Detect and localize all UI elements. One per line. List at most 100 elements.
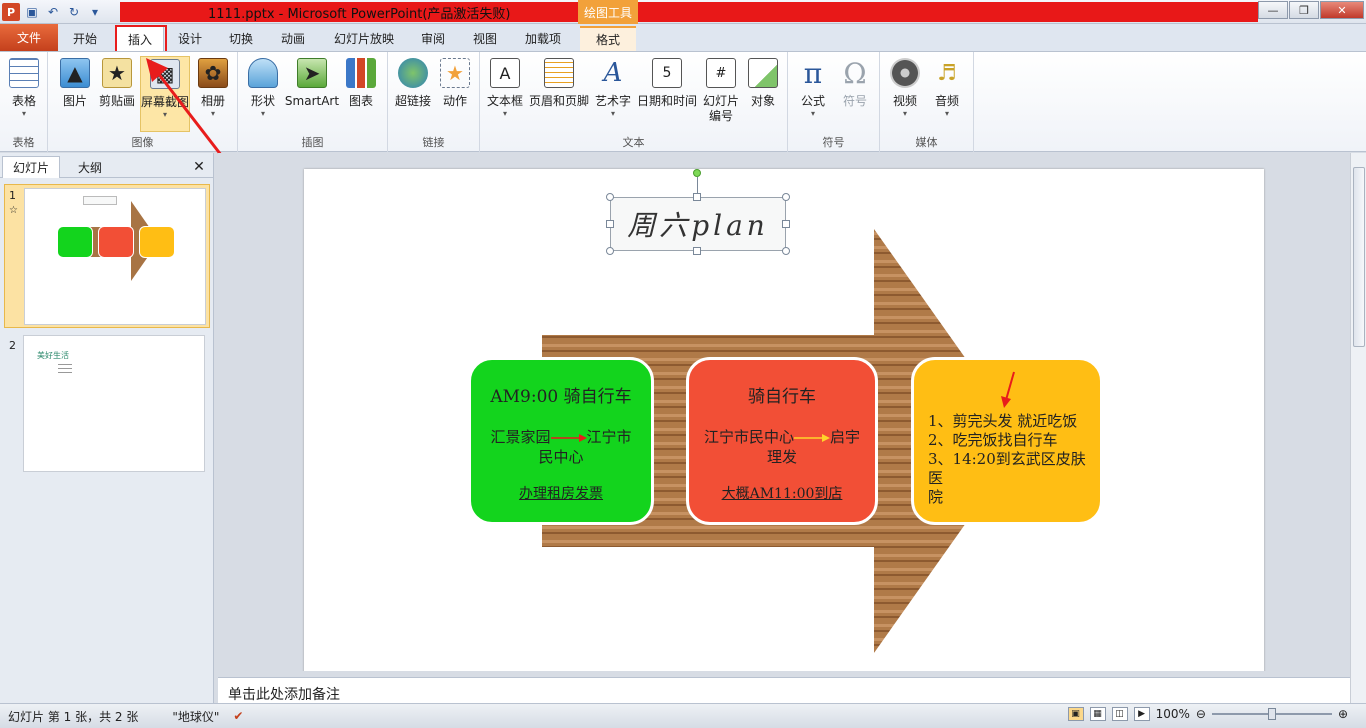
shapes-button[interactable]: 形状 ▾ [240,56,286,132]
tab-transitions[interactable]: 切换 [218,26,264,51]
close-panel-icon[interactable]: ✕ [191,156,207,178]
tab-slides[interactable]: 幻灯片 [2,156,60,178]
rotation-handle[interactable] [693,169,701,177]
scrollbar-thumb[interactable] [1353,167,1365,347]
panel-tabs: 幻灯片 大纲 ✕ [0,153,213,178]
resize-handle-n[interactable] [693,193,701,201]
route-arrow-icon [794,434,830,442]
close-button[interactable]: ✕ [1320,1,1364,19]
zoom-slider-knob[interactable] [1267,708,1276,720]
slide-number: 1 [9,189,16,202]
powerpoint-logo-icon[interactable]: P [2,3,20,21]
slide-thumbnail-2[interactable]: 美好生活 [23,335,205,472]
calendar-icon: 5 [652,58,682,88]
hyperlink-globe-icon [398,58,428,88]
tab-format[interactable]: 格式 [580,26,636,51]
resize-handle-s[interactable] [693,247,701,255]
status-bar: 幻灯片 第 1 张，共 2 张 "地球仪" ✔ ▣ ▦ ◫ ▶ 100% ⊖ ⊕ [0,703,1366,728]
chart-icon [346,58,376,88]
drawing-tools-context: 绘图工具 [578,0,638,24]
zoom-in-icon[interactable]: ⊕ [1338,707,1348,721]
group-text: A 文本框 ▾ 页眉和页脚 A 艺术字 ▾ 5 日期和时间 # 幻灯片 编号 对象… [480,52,788,152]
zoom-out-icon[interactable]: ⊖ [1196,707,1206,721]
action-button[interactable]: ★ 动作 [432,56,478,132]
picture-button[interactable]: ▲ 图片 [52,56,98,132]
thumb2-bullets [58,364,72,376]
group-links: 超链接 ★ 动作 链接 [388,52,480,152]
spell-check-icon[interactable]: ✔ [219,709,243,723]
picture-icon: ▲ [60,58,90,88]
slide-thumbnail-1[interactable] [24,188,206,325]
undo-icon[interactable]: ↶ [44,3,62,21]
hyperlink-button[interactable]: 超链接 [390,56,436,132]
list-item: 院 [928,488,944,506]
window-title: 1111.pptx - Microsoft PowerPoint(产品激活失败) [208,7,511,22]
slide-title[interactable]: 周六plan [627,204,769,244]
card-afternoon[interactable]: 1、剪完头发 就近吃饭 2、吃完饭找自行车 3、14:20到玄武区皮肤医 院 [911,357,1103,525]
zoom-slider[interactable] [1211,707,1332,721]
notes-pane[interactable]: 单击此处添加备注 [218,677,1350,703]
tab-slideshow[interactable]: 幻灯片放映 [324,26,404,51]
wordart-icon: A [603,58,623,88]
clipart-button[interactable]: ★ 剪贴画 [94,56,140,132]
smartart-button[interactable]: ➤ SmartArt [285,56,339,132]
save-icon[interactable]: ▣ [23,3,41,21]
normal-view-button[interactable]: ▣ [1067,707,1084,721]
card1-route: 汇景家园 江宁市 民中心 [490,428,632,466]
wordart-button[interactable]: A 艺术字 ▾ [590,56,636,132]
tab-view[interactable]: 视图 [462,26,508,51]
slide-thumbnail-1-selected[interactable]: 1 ☆ [4,184,210,328]
header-footer-button[interactable]: 页眉和页脚 [528,56,590,132]
group-illustrations: 形状 ▾ ➤ SmartArt 图表 插图 [238,52,388,152]
card2-route: 江宁市民中心 启宇 理发 [703,428,861,466]
ribbon-tabs: 文件 开始 插入 设计 切换 动画 幻灯片放映 审阅 视图 加载项 格式 ⌃ ❓ [0,24,1366,65]
audio-button[interactable]: ♬ 音频 ▾ [924,56,970,132]
resize-handle-se[interactable] [782,247,790,255]
equation-button[interactable]: π 公式 ▾ [790,56,836,132]
redo-icon[interactable]: ↻ [65,3,83,21]
title-textbox[interactable]: 周六plan [610,197,786,251]
resize-handle-e[interactable] [782,220,790,228]
resize-handle-ne[interactable] [782,193,790,201]
table-button[interactable]: 表格 ▾ [1,56,47,132]
tab-design[interactable]: 设计 [168,26,212,51]
animation-star-icon: ☆ [9,205,18,216]
tab-file[interactable]: 文件 [0,24,58,51]
restore-button[interactable]: ❐ [1289,1,1319,19]
date-time-button[interactable]: 5 日期和时间 [637,56,697,132]
minimize-button[interactable]: — [1258,1,1288,19]
vertical-scrollbar[interactable] [1350,153,1366,703]
slide[interactable]: 周六plan AM9:00 骑自行车 汇景家园 江宁市 民中心 办理租房发票 骑自… [304,169,1264,671]
video-button[interactable]: 视频 ▾ [882,56,928,132]
slide-panel: 幻灯片 大纲 ✕ 1 ☆ 2 美好生活 [0,153,214,703]
thumb-card-red [98,226,134,258]
thumb-card-green [57,226,93,258]
slide-number: 2 [9,339,16,352]
tab-animations[interactable]: 动画 [270,26,316,51]
tab-outline[interactable]: 大纲 [62,156,118,178]
card-haircut[interactable]: 骑自行车 江宁市民中心 启宇 理发 大概AM11:00到店 [686,357,878,525]
customize-qat-icon[interactable]: ▾ [86,3,104,21]
chart-button[interactable]: 图表 [338,56,384,132]
slide-number-icon: # [706,58,736,88]
tab-home[interactable]: 开始 [62,26,108,51]
tab-addins[interactable]: 加载项 [514,26,572,51]
slideshow-button[interactable]: ▶ [1133,707,1150,721]
symbol-button[interactable]: Ω 符号 [832,56,878,132]
omega-icon: Ω [843,56,867,90]
slide-sorter-button[interactable]: ▦ [1089,707,1106,721]
action-star-icon: ★ [440,58,470,88]
view-zoom-controls: ▣ ▦ ◫ ▶ 100% ⊖ ⊕ [1067,707,1348,721]
resize-handle-sw[interactable] [606,247,614,255]
reading-view-button[interactable]: ◫ [1111,707,1128,721]
resize-handle-nw[interactable] [606,193,614,201]
object-button[interactable]: 对象 [740,56,786,132]
resize-handle-w[interactable] [606,220,614,228]
tab-review[interactable]: 审阅 [410,26,456,51]
group-media: 视频 ▾ ♬ 音频 ▾ 媒体 [880,52,974,152]
slide-number-button[interactable]: # 幻灯片 编号 [698,56,744,132]
zoom-level[interactable]: 100% [1156,707,1190,721]
route-arrow-icon [550,434,587,442]
textbox-button[interactable]: A 文本框 ▾ [482,56,528,132]
card-morning-ride[interactable]: AM9:00 骑自行车 汇景家园 江宁市 民中心 办理租房发票 [468,357,654,525]
